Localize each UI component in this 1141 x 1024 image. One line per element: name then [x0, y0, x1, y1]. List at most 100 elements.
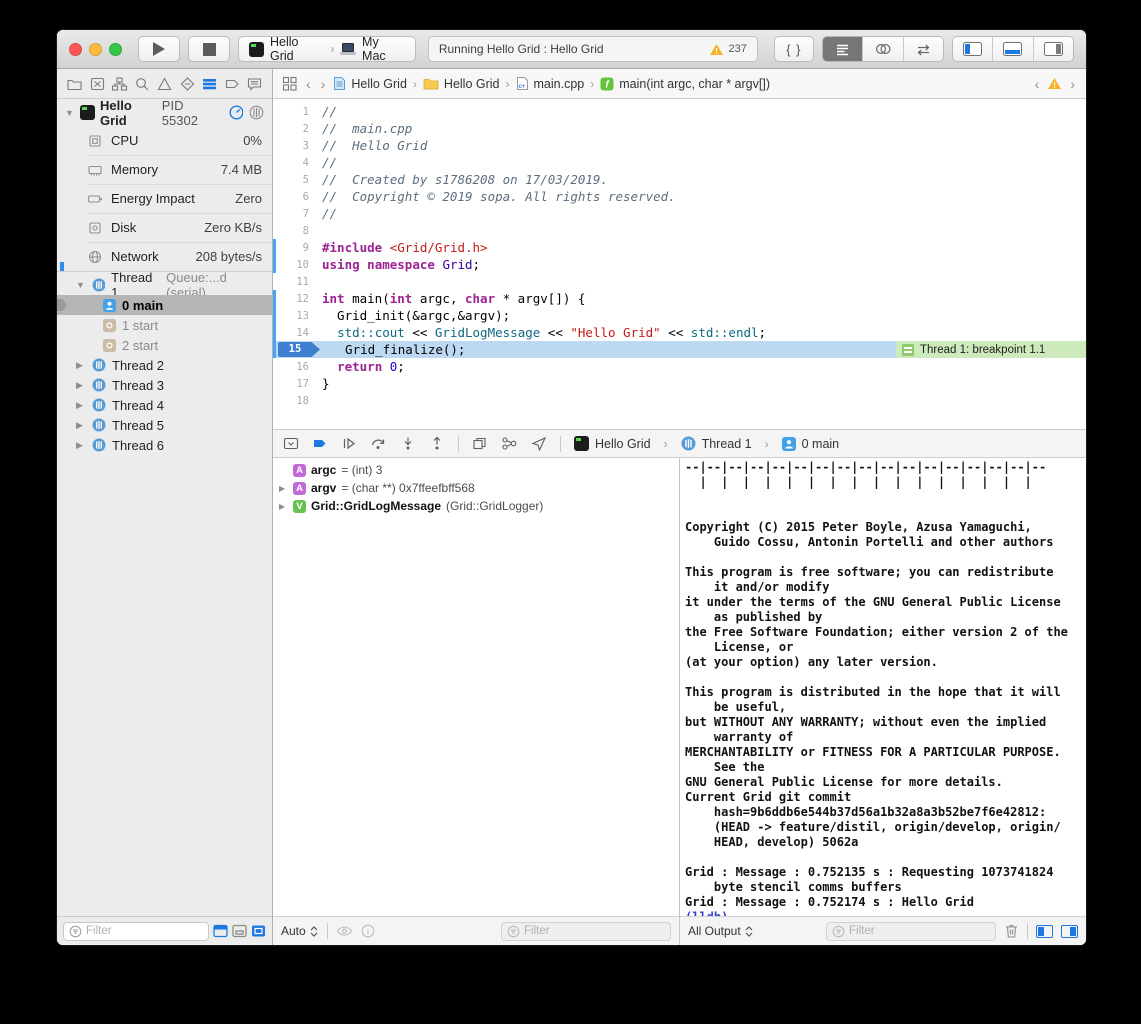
process-row[interactable]: ▼ Hello Grid PID 55302 [57, 99, 272, 126]
tab-test-navigator[interactable] [179, 76, 196, 92]
code-line-4[interactable]: 4// [273, 154, 1086, 171]
disclosure-triangle[interactable]: ▶ [76, 420, 86, 431]
navigator-toggle-button[interactable] [953, 37, 992, 61]
disclosure-triangle[interactable]: ▶ [279, 484, 288, 493]
filter-view-toggle[interactable] [251, 924, 266, 938]
debug-breadcrumb-frame[interactable]: 0 main [782, 437, 840, 451]
disclosure-triangle[interactable]: ▶ [76, 360, 86, 371]
gauge-network[interactable]: Network208 bytes/s [57, 242, 272, 271]
code-line-1[interactable]: 1// [273, 103, 1086, 120]
code-line-9[interactable]: 9#include <Grid/Grid.h> [273, 239, 1086, 256]
disclosure-triangle[interactable]: ▼ [76, 280, 86, 290]
variable-row-argc[interactable]: Aargc= (int) 3 [273, 461, 679, 479]
minimize-button[interactable] [89, 43, 102, 56]
code-line-16[interactable]: 16 return 0; [273, 358, 1086, 375]
tab-debug-navigator[interactable] [201, 76, 218, 92]
code-line-8[interactable]: 8 [273, 222, 1086, 239]
info-icon[interactable] [361, 924, 375, 938]
warning-icon[interactable]: ! [1047, 77, 1062, 90]
scheme-selector[interactable]: Hello Grid My Mac [238, 36, 416, 62]
quicklook-eye-icon[interactable] [336, 924, 353, 938]
code-line-14[interactable]: 14 std::cout << GridLogMessage << "Hello… [273, 324, 1086, 341]
thread-row-5[interactable]: ▶Thread 5 [57, 415, 272, 435]
thread-row-4[interactable]: ▶Thread 4 [57, 395, 272, 415]
continue-button[interactable] [341, 436, 357, 451]
code-line-13[interactable]: 13 Grid_init(&argc,&argv); [273, 307, 1086, 324]
variable-row-Grid::GridLogMessage[interactable]: ▶VGrid::GridLogMessage(Grid::GridLogger) [273, 497, 679, 515]
console-output[interactable]: --|--|--|--|--|--|--|--|--|--|--|--|--|-… [680, 458, 1086, 916]
step-over-button[interactable] [370, 436, 387, 451]
stack-frame-1-start[interactable]: 1 start [57, 315, 272, 335]
activity-status-view[interactable]: Running Hello Grid : Hello Grid ! 237 [428, 36, 758, 62]
console-filter-field[interactable]: Filter [826, 922, 996, 941]
breadcrumb-group[interactable]: Hello Grid [423, 77, 500, 91]
navigator-filter-field[interactable]: Filter [63, 922, 209, 941]
related-items-icon[interactable] [282, 76, 298, 91]
step-out-button[interactable] [429, 436, 445, 451]
breakpoint-annotation[interactable]: Thread 1: breakpoint 1.1 [896, 341, 1086, 358]
source-editor[interactable]: 1//2// main.cpp3// Hello Grid4//5// Crea… [273, 99, 1086, 429]
stack-frame-0-main[interactable]: 0 main [57, 295, 272, 315]
next-issue-button[interactable]: › [1068, 76, 1077, 92]
step-into-button[interactable] [400, 436, 416, 451]
thread-row-3[interactable]: ▶Thread 3 [57, 375, 272, 395]
console-scope-selector[interactable]: All Output [688, 924, 754, 938]
back-button[interactable]: ‹ [304, 76, 313, 92]
breakpoints-toggle-button[interactable] [312, 436, 328, 451]
simulate-location-button[interactable] [531, 436, 547, 451]
previous-issue-button[interactable]: ‹ [1033, 76, 1042, 92]
code-line-2[interactable]: 2// main.cpp [273, 120, 1086, 137]
code-line-11[interactable]: 11 [273, 273, 1086, 290]
debug-breadcrumb-process[interactable]: Hello Grid [574, 436, 651, 451]
code-line-6[interactable]: 6// Copyright © 2019 sopa. All rights re… [273, 188, 1086, 205]
breadcrumb-symbol[interactable]: f main(int argc, char * argv[]) [600, 77, 770, 91]
tab-project-navigator[interactable] [66, 76, 83, 92]
code-line-10[interactable]: 10using namespace Grid; [273, 256, 1086, 273]
tab-find-navigator[interactable] [134, 76, 151, 92]
breadcrumb-project[interactable]: Hello Grid [333, 76, 407, 91]
code-line-15[interactable]: 15 Grid_finalize();Thread 1: breakpoint … [273, 341, 1086, 358]
code-line-18[interactable]: 18 [273, 392, 1086, 409]
disclosure-triangle[interactable]: ▼ [65, 108, 75, 118]
zoom-button[interactable] [109, 43, 122, 56]
breakpoint-badge[interactable]: 15 [278, 342, 320, 357]
assistant-editor-button[interactable] [862, 37, 902, 61]
close-button[interactable] [69, 43, 82, 56]
gauge-cpu[interactable]: CPU0% [57, 126, 272, 155]
debug-area-toggle-button[interactable] [992, 37, 1032, 61]
standard-editor-button[interactable] [823, 37, 862, 61]
gauge-energy[interactable]: Energy ImpactZero [57, 184, 272, 213]
tab-symbol-navigator[interactable] [111, 76, 128, 92]
forward-button[interactable]: › [319, 76, 328, 92]
thread-row-2[interactable]: ▶Thread 2 [57, 355, 272, 375]
view-hierarchy-button[interactable] [472, 436, 488, 451]
disclosure-triangle[interactable]: ▶ [76, 400, 86, 411]
code-line-5[interactable]: 5// Created by s1786208 on 17/03/2019. [273, 171, 1086, 188]
code-line-3[interactable]: 3// Hello Grid [273, 137, 1086, 154]
hide-debug-area-button[interactable] [283, 436, 299, 451]
code-line-12[interactable]: 12int main(int argc, char * argv[]) { [273, 290, 1086, 307]
thread-row-1[interactable]: ▼Thread 1Queue:...d (serial) [57, 275, 272, 295]
gauge-memory[interactable]: Memory7.4 MB [57, 155, 272, 184]
variable-row-argv[interactable]: ▶Aargv= (char **) 0x7ffeefbff568 [273, 479, 679, 497]
variables-filter-field[interactable]: Filter [501, 922, 671, 941]
tab-source-control[interactable] [89, 76, 106, 92]
show-console-toggle[interactable] [1061, 925, 1078, 938]
run-button[interactable] [138, 36, 180, 62]
tab-report-navigator[interactable] [246, 76, 263, 92]
stack-frame-2-start[interactable]: 2 start [57, 335, 272, 355]
inspector-toggle-button[interactable] [1033, 37, 1073, 61]
trash-icon[interactable] [1004, 923, 1019, 939]
filter-stack-toggle[interactable] [232, 924, 247, 938]
threads-view-icon[interactable] [248, 104, 264, 121]
show-variables-toggle[interactable] [1036, 925, 1053, 938]
tab-issue-navigator[interactable] [156, 76, 173, 92]
gauge-disk[interactable]: DiskZero KB/s [57, 213, 272, 242]
disclosure-triangle[interactable]: ▶ [279, 502, 288, 511]
memory-graph-button[interactable] [501, 436, 518, 451]
debug-breadcrumb-thread[interactable]: Thread 1 [681, 436, 752, 451]
library-button[interactable]: { } [774, 36, 814, 62]
filter-running-toggle[interactable] [213, 924, 228, 938]
disclosure-triangle[interactable]: ▶ [76, 380, 86, 391]
gauge-view-icon[interactable] [228, 104, 244, 121]
